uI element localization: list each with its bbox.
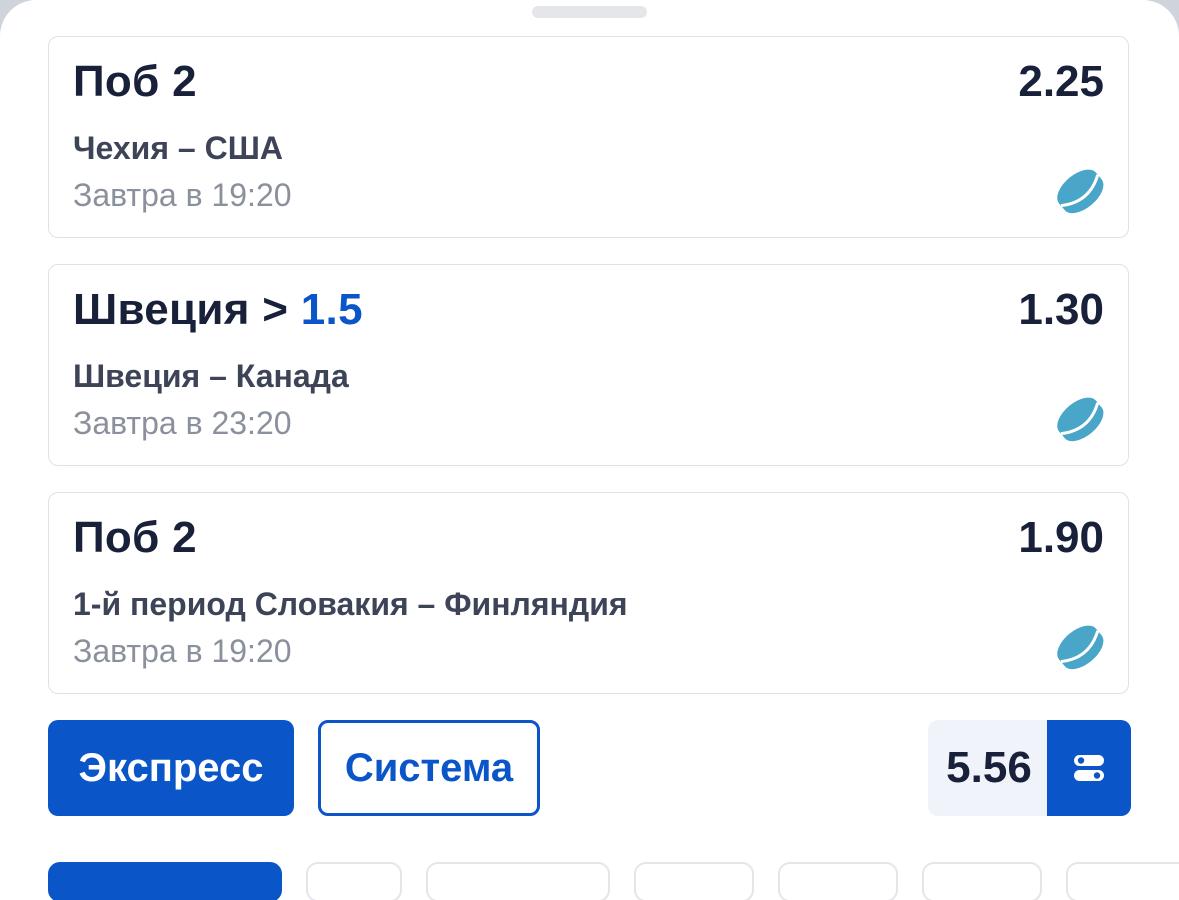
stake-chip[interactable] [1066,862,1179,900]
hockey-puck-icon [1057,397,1104,442]
bet-time: Завтра в 19:20 [73,633,292,669]
bet-time: Завтра в 19:20 [73,177,292,213]
bet-outcome: Поб 2 [73,513,197,563]
bet-match: 1-й период Словакия – Финляндия [73,586,628,622]
bet-outcome-text: Поб 2 [73,57,197,106]
bet-card[interactable]: Поб 2 1.90 1-й период Словакия – Финлянд… [48,492,1129,694]
bet-odds: 1.90 [1018,513,1104,562]
toggle-settings-icon [1074,755,1104,781]
bet-settings-button[interactable] [1047,720,1131,816]
bet-time: Завтра в 23:20 [73,405,292,441]
hockey-puck-icon [1057,169,1104,214]
betslip-sheet: Поб 2 2.25 Чехия – США Завтра в 19:20 Шв… [0,0,1179,900]
bet-outcome: Швеция > 1.5 [73,285,363,335]
bet-card[interactable]: Швеция > 1.5 1.30 Швеция – Канада Завтра… [48,264,1129,466]
bet-outcome-line: 1.5 [300,285,363,334]
bet-match: Швеция – Канада [73,358,349,394]
stake-chip[interactable] [634,862,754,900]
stake-chip[interactable] [426,862,610,900]
system-button[interactable]: Система [318,720,540,816]
total-odds: 5.56 [928,720,1050,816]
bet-outcome-text: Поб 2 [73,513,197,562]
bet-odds: 2.25 [1018,57,1104,106]
stake-chip[interactable] [48,862,282,900]
bet-odds: 1.30 [1018,285,1104,334]
sheet-grabber-handle[interactable] [532,6,647,18]
bet-card[interactable]: Поб 2 2.25 Чехия – США Завтра в 19:20 [48,36,1129,238]
hockey-puck-icon [1057,625,1104,670]
bet-match: Чехия – США [73,130,283,166]
stake-chip[interactable] [778,862,898,900]
bet-outcome: Поб 2 [73,57,197,107]
express-button[interactable]: Экспресс [48,720,294,816]
bet-outcome-text: Швеция > [73,285,301,334]
stake-chip[interactable] [922,862,1042,900]
stake-chip[interactable] [306,862,402,900]
